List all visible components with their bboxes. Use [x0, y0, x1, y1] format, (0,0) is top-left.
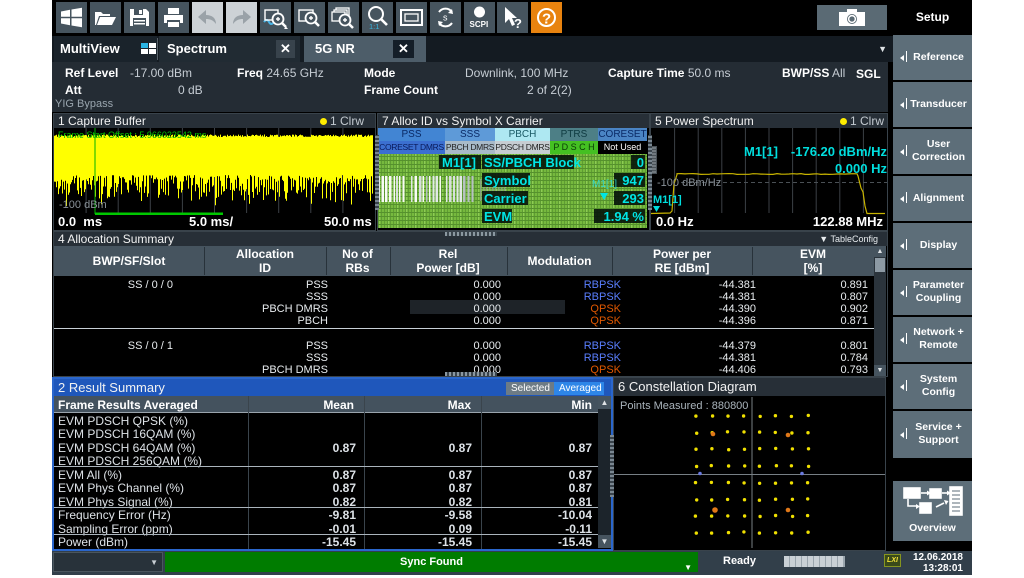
- svg-text:1:1: 1:1: [369, 22, 379, 31]
- svg-text:M1[1]: M1[1]: [592, 179, 617, 190]
- svg-text:0.0 Hz: 0.0 Hz: [656, 214, 694, 228]
- svg-text:Carrier: Carrier: [484, 191, 527, 206]
- svg-text:-176.20 dBm/Hz: -176.20 dBm/Hz: [791, 144, 888, 159]
- svg-text:Symbol: Symbol: [484, 173, 531, 188]
- svg-text:5.0 ms/: 5.0 ms/: [189, 214, 233, 228]
- svg-text:EVM: EVM: [484, 209, 512, 224]
- svg-text:-100 dBm: -100 dBm: [59, 199, 107, 211]
- svg-text:M1[1]: M1[1]: [744, 144, 778, 159]
- svg-text:SS/PBCH Block: SS/PBCH Block: [484, 155, 582, 170]
- svg-text:1.94 %: 1.94 %: [604, 209, 645, 224]
- svg-text:0: 0: [637, 155, 644, 170]
- svg-text:M1[1]: M1[1]: [442, 155, 476, 170]
- svg-text:0.000 Hz: 0.000 Hz: [835, 161, 888, 176]
- svg-text:?: ?: [514, 16, 522, 31]
- svg-text:SCPI: SCPI: [469, 20, 488, 29]
- svg-text:?: ?: [542, 11, 551, 28]
- svg-text:947: 947: [622, 173, 644, 188]
- svg-text:293: 293: [622, 191, 644, 206]
- svg-text:-100 dBm/Hz: -100 dBm/Hz: [657, 177, 721, 189]
- svg-text:M1[1]: M1[1]: [653, 194, 682, 206]
- svg-text:0.0 ms: 0.0 ms: [58, 214, 102, 228]
- svg-text:122.88 MHz: 122.88 MHz: [813, 214, 884, 228]
- svg-text:Frame Start Offset : 5.9660235: Frame Start Offset : 5.966023542 ms: [58, 130, 207, 140]
- svg-text:s: s: [443, 13, 448, 23]
- svg-text:50.0 ms: 50.0 ms: [324, 214, 372, 228]
